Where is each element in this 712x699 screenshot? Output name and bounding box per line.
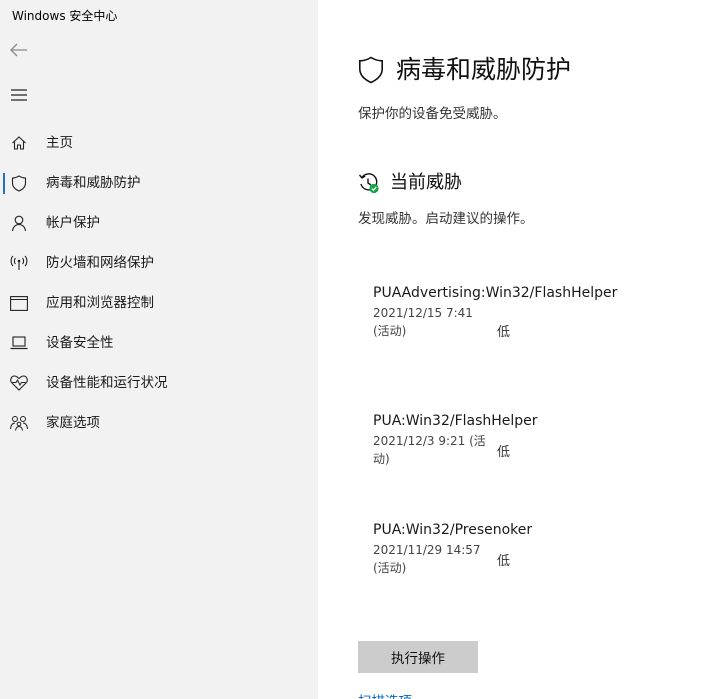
- threat-name: PUA:Win32/FlashHelper: [373, 413, 538, 429]
- person-icon: [10, 214, 28, 232]
- sidebar-item-device-health[interactable]: 设备性能和运行状况: [0, 363, 318, 403]
- sidebar-item-app-browser-control[interactable]: 应用和浏览器控制: [0, 283, 318, 323]
- history-check-icon: [358, 173, 379, 194]
- threat-item[interactable]: PUA:Win32/Presenoker 2021/11/29 14:57 (活…: [373, 520, 623, 577]
- sidebar-item-device-security[interactable]: 设备安全性: [0, 323, 318, 363]
- page-title: 病毒和威胁防护: [396, 55, 572, 84]
- laptop-icon: [10, 334, 28, 352]
- page-header: 病毒和威胁防护: [358, 54, 571, 86]
- scan-options-link[interactable]: 扫描选项: [358, 690, 412, 699]
- windows-security-app: Windows 安全中心 主页 病毒和威胁防护 帐户保护 防火墙和网络保护 应用…: [0, 0, 712, 699]
- threat-item[interactable]: PUA:Win32/FlashHelper 2021/12/3 9:21 (活动…: [373, 411, 623, 468]
- start-actions-button[interactable]: 执行操作: [358, 641, 478, 673]
- heart-pulse-icon: [10, 374, 28, 392]
- sidebar-item-label: 设备性能和运行状况: [46, 375, 168, 391]
- threat-date: 2021/12/3 9:21 (活动): [373, 434, 486, 466]
- sidebar-item-label: 病毒和威胁防护: [46, 175, 141, 191]
- sidebar: Windows 安全中心 主页 病毒和威胁防护 帐户保护 防火墙和网络保护 应用…: [0, 0, 318, 699]
- threat-item[interactable]: PUAAdvertising:Win32/FlashHelper 2021/12…: [373, 283, 623, 340]
- sidebar-item-firewall[interactable]: 防火墙和网络保护: [0, 243, 318, 283]
- threat-name: PUAAdvertising:Win32/FlashHelper: [373, 285, 618, 301]
- back-button[interactable]: [8, 39, 30, 61]
- sidebar-item-label: 帐户保护: [46, 215, 100, 231]
- threat-date: 2021/12/15 7:41 (活动): [373, 306, 473, 338]
- sidebar-item-label: 设备安全性: [46, 335, 114, 351]
- sidebar-item-home[interactable]: 主页: [0, 123, 318, 163]
- sidebar-item-label: 家庭选项: [46, 415, 100, 431]
- family-icon: [10, 414, 28, 432]
- threat-severity: 低: [497, 554, 511, 569]
- current-threats-title: 当前威胁: [390, 172, 462, 193]
- hamburger-icon: [11, 89, 27, 101]
- browser-window-icon: [10, 294, 28, 312]
- threat-name: PUA:Win32/Presenoker: [373, 522, 533, 538]
- page-subtitle: 保护你的设备免受威胁。: [358, 106, 507, 122]
- sidebar-item-label: 应用和浏览器控制: [46, 295, 154, 311]
- sidebar-item-label: 主页: [46, 135, 73, 151]
- sidebar-nav: 主页 病毒和威胁防护 帐户保护 防火墙和网络保护 应用和浏览器控制 设备安全性 …: [0, 123, 318, 443]
- antenna-icon: [10, 254, 28, 272]
- menu-button[interactable]: [8, 84, 30, 106]
- sidebar-item-family-options[interactable]: 家庭选项: [0, 403, 318, 443]
- active-indicator: [3, 173, 5, 194]
- shield-icon: [10, 174, 28, 192]
- sidebar-item-label: 防火墙和网络保护: [46, 255, 154, 271]
- home-icon: [10, 134, 28, 152]
- sidebar-item-account-protection[interactable]: 帐户保护: [0, 203, 318, 243]
- sidebar-item-virus-protection[interactable]: 病毒和威胁防护: [0, 163, 318, 203]
- threat-date: 2021/11/29 14:57 (活动): [373, 543, 481, 575]
- arrow-left-icon: [10, 43, 27, 57]
- window-title: Windows 安全中心: [12, 9, 118, 23]
- current-threats-header: 当前威胁: [358, 171, 462, 195]
- main-content: 病毒和威胁防护 保护你的设备免受威胁。 当前威胁 发现威胁。启动建议的操作。 P…: [318, 0, 712, 699]
- shield-icon: [359, 56, 383, 84]
- threat-severity: 低: [497, 445, 511, 460]
- current-threats-subtitle: 发现威胁。启动建议的操作。: [358, 211, 534, 227]
- threat-severity: 低: [497, 325, 511, 340]
